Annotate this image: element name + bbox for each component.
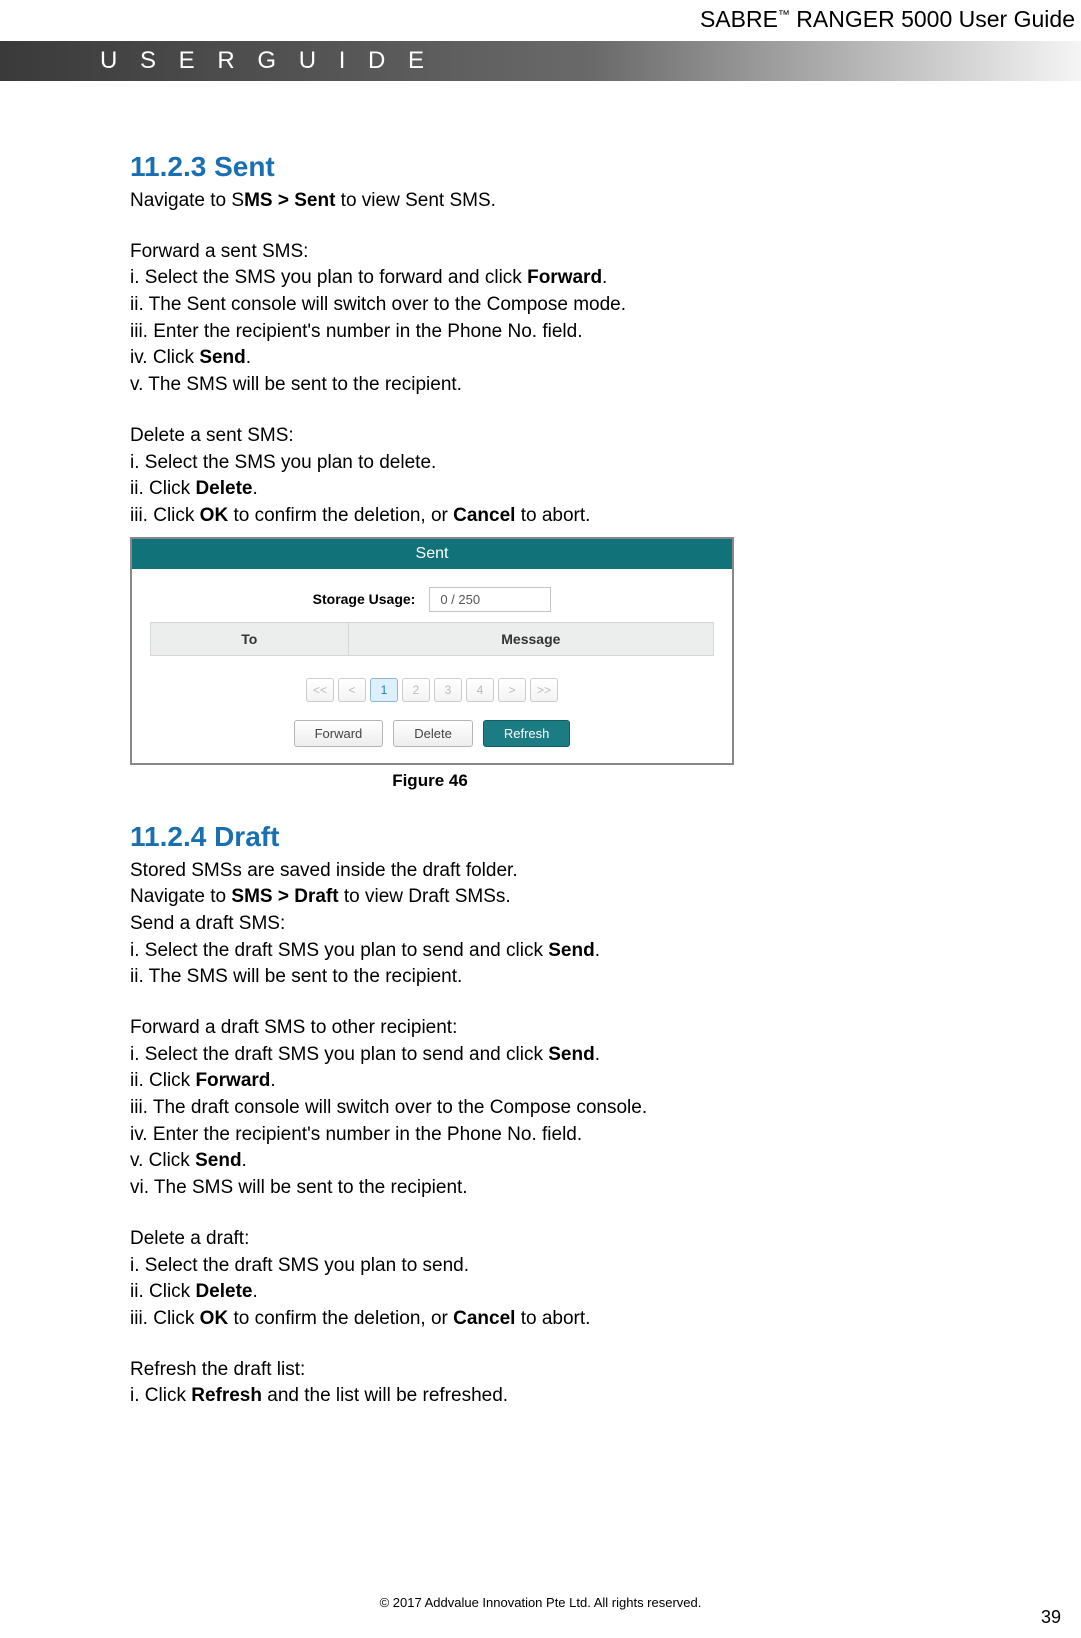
text: to view Sent SMS. (335, 190, 496, 211)
refresh-button[interactable]: Refresh (483, 720, 571, 747)
user-guide-banner: U S E R G U I D E (0, 41, 1081, 81)
text: v. The SMS will be sent to the recipient… (130, 373, 1011, 398)
text: i. Select the SMS you plan to delete. (130, 451, 1011, 476)
product-prefix: SABRE (700, 6, 778, 32)
text: Navigate to S (130, 190, 244, 211)
panel-title: Sent (132, 539, 732, 569)
text-bold: Delete (195, 478, 252, 499)
text-bold: SMS > Draft (231, 886, 338, 907)
subhead: Forward a draft SMS to other recipient: (130, 1016, 1011, 1041)
text: . (252, 1281, 257, 1302)
section-heading-draft: 11.2.4 Draft (130, 821, 1011, 853)
pager-next[interactable]: > (498, 678, 526, 702)
text: . (270, 1070, 275, 1091)
text: . (246, 347, 251, 368)
section-body-sent: Navigate to SMS > Sent to view Sent SMS.… (130, 189, 1011, 529)
text: iv. Enter the recipient's number in the … (130, 1123, 1011, 1148)
pager-page-4[interactable]: 4 (466, 678, 494, 702)
footer-copyright: © 2017 Addvalue Innovation Pte Ltd. All … (0, 1595, 1081, 1610)
pager-page-3[interactable]: 3 (434, 678, 462, 702)
pagination: << < 1 2 3 4 > >> (150, 678, 714, 702)
column-message: Message (349, 623, 713, 655)
pager-page-1[interactable]: 1 (370, 678, 398, 702)
trademark-symbol: ™ (778, 7, 790, 21)
text: . (242, 1150, 247, 1171)
text: iii. Click (130, 505, 200, 526)
subhead: Delete a sent SMS: (130, 424, 1011, 449)
text: vi. The SMS will be sent to the recipien… (130, 1176, 1011, 1201)
text-bold: Send (195, 1150, 241, 1171)
text: iii. Click (130, 1308, 200, 1329)
text: and the list will be refreshed. (262, 1385, 508, 1406)
section-body-draft: Stored SMSs are saved inside the draft f… (130, 859, 1011, 1409)
storage-usage-label: Storage Usage: (313, 591, 416, 607)
text-bold: MS > Sent (244, 190, 335, 211)
column-to: To (151, 623, 349, 655)
text: ii. Click (130, 1070, 195, 1091)
text: i. Select the draft SMS you plan to send… (130, 1254, 1011, 1279)
table-header: To Message (150, 622, 714, 656)
text: to view Draft SMSs. (339, 886, 511, 907)
text: to abort. (515, 1308, 590, 1329)
sent-panel-screenshot: Sent Storage Usage: 0 / 250 To Message <… (130, 537, 734, 765)
text: to abort. (515, 505, 590, 526)
subhead: Send a draft SMS: (130, 912, 1011, 937)
figure-caption: Figure 46 (130, 771, 730, 791)
text: i. Select the draft SMS you plan to send… (130, 1044, 548, 1065)
product-header: SABRE™ RANGER 5000 User Guide (0, 0, 1081, 33)
text: Stored SMSs are saved inside the draft f… (130, 859, 1011, 884)
delete-button[interactable]: Delete (393, 720, 473, 747)
text-bold: Forward (527, 267, 602, 288)
text: to confirm the deletion, or (228, 505, 453, 526)
forward-button[interactable]: Forward (294, 720, 384, 747)
pager-prev[interactable]: < (338, 678, 366, 702)
text: . (602, 267, 607, 288)
text: i. Select the SMS you plan to forward an… (130, 267, 527, 288)
text-bold: Refresh (191, 1385, 262, 1406)
text: ii. The Sent console will switch over to… (130, 293, 1011, 318)
text-bold: Delete (195, 1281, 252, 1302)
text-bold: Forward (195, 1070, 270, 1091)
text-bold: Send (548, 940, 594, 961)
text: to confirm the deletion, or (228, 1308, 453, 1329)
text: . (595, 940, 600, 961)
pager-first[interactable]: << (306, 678, 334, 702)
text-bold: Cancel (453, 505, 515, 526)
text-bold: OK (200, 505, 229, 526)
pager-page-2[interactable]: 2 (402, 678, 430, 702)
subhead: Forward a sent SMS: (130, 240, 1011, 265)
text: Navigate to (130, 886, 231, 907)
text: iii. Enter the recipient's number in the… (130, 320, 1011, 345)
text-bold: Send (199, 347, 245, 368)
page-number: 39 (1041, 1607, 1061, 1628)
subhead: Refresh the draft list: (130, 1358, 1011, 1383)
text: . (252, 478, 257, 499)
text-bold: OK (200, 1308, 229, 1329)
text: v. Click (130, 1150, 195, 1171)
text: i. Click (130, 1385, 191, 1406)
text: ii. Click (130, 1281, 195, 1302)
text: iii. The draft console will switch over … (130, 1096, 1011, 1121)
text-bold: Cancel (453, 1308, 515, 1329)
banner-text: U S E R G U I D E (100, 47, 432, 75)
text: . (595, 1044, 600, 1065)
subhead: Delete a draft: (130, 1227, 1011, 1252)
text: ii. Click (130, 478, 195, 499)
product-suffix: RANGER 5000 User Guide (790, 6, 1075, 32)
text: i. Select the draft SMS you plan to send… (130, 940, 548, 961)
storage-usage-value: 0 / 250 (429, 587, 551, 612)
pager-last[interactable]: >> (530, 678, 558, 702)
section-heading-sent: 11.2.3 Sent (130, 151, 1011, 183)
text-bold: Send (548, 1044, 594, 1065)
text: iv. Click (130, 347, 199, 368)
text: ii. The SMS will be sent to the recipien… (130, 965, 1011, 990)
